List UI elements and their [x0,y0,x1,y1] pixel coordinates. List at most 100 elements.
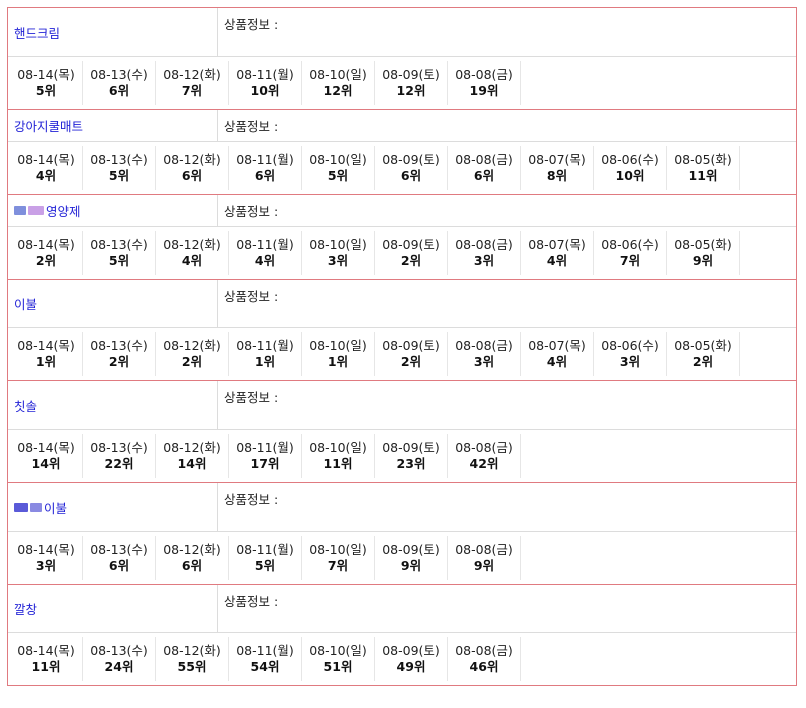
keyword-link[interactable]: 깔창 [14,599,37,618]
rank-date: 08-11(월) [236,643,294,658]
rank-date: 08-05(화) [674,152,732,167]
rank-cell: 08-14(목) 1위 [10,332,83,376]
product-header: 칫솔 상품정보 : [8,381,796,430]
rank-date: 08-12(화) [163,338,221,353]
keyword-link[interactable]: 강아지쿨매트 [14,116,83,135]
product-header: 강아지쿨매트 상품정보 : [8,110,796,142]
rank-date: 08-13(수) [90,237,148,252]
rank-value: 6위 [473,168,495,183]
rank-date: 08-10(일) [309,237,367,252]
rank-value: 12위 [396,83,426,98]
rank-date: 08-07(목) [528,237,586,252]
rank-cell: 08-08(금) 6위 [448,146,521,190]
keyword-cell: 칫솔 [8,381,218,429]
rank-date: 08-12(화) [163,542,221,557]
rank-value: 5위 [327,168,349,183]
product-info-label: 상품정보 : [224,289,279,304]
rank-date: 08-09(토) [382,338,440,353]
rank-date: 08-13(수) [90,643,148,658]
rank-cell: 08-12(화) 6위 [156,536,229,580]
rank-cell: 08-12(화) 6위 [156,146,229,190]
rank-cell: 08-10(일) 11위 [302,434,375,478]
rank-value: 14위 [31,456,61,471]
rank-value: 5위 [254,558,276,573]
rank-value: 11위 [31,659,61,674]
rank-cell: 08-08(금) 3위 [448,231,521,275]
rank-value: 55위 [177,659,207,674]
rank-date: 08-08(금) [455,67,513,82]
rank-value: 6위 [108,83,130,98]
rank-cell: 08-11(월) 4위 [229,231,302,275]
rank-cell: 08-11(월) 10위 [229,61,302,105]
product-block: 핸드크림 상품정보 :08-14(목) 5위 08-13(수) 6위 08-12(화) 7위… [7,7,797,110]
rank-value: 2위 [400,253,422,268]
keyword-text: 깔창 [14,602,38,617]
rank-cell: 08-06(수) 3위 [594,332,667,376]
rank-cell: 08-10(일) 5위 [302,146,375,190]
rank-value: 22위 [104,456,134,471]
keyword-link[interactable]: 핸드크림 [14,23,60,42]
rank-value: 1위 [254,354,276,369]
rank-date: 08-13(수) [90,542,148,557]
rank-date: 08-14(목) [17,643,75,658]
rank-cell: 08-10(일) 51위 [302,637,375,681]
rank-date: 08-12(화) [163,237,221,252]
keyword-cell: 이불 [8,483,218,531]
keyword-link[interactable]: 영양제 [14,201,81,220]
rank-cell: 08-09(토) 6위 [375,146,448,190]
rank-value: 7위 [619,253,641,268]
product-block: 영양제 상품정보 :08-14(목) 2위 08-13(수) 5위 08-12(화) 4위 0… [7,194,797,280]
rank-history: 08-14(목) 11위 08-13(수) 24위 08-12(화) 55위 08-11(월… [8,633,796,685]
rank-date: 08-08(금) [455,542,513,557]
rank-value: 10위 [250,83,280,98]
keyword-text: 영양제 [46,204,81,219]
rank-value: 51위 [323,659,353,674]
rank-date: 08-08(금) [455,338,513,353]
rank-cell: 08-13(수) 22위 [83,434,156,478]
rank-value: 6위 [254,168,276,183]
rank-date: 08-14(목) [17,542,75,557]
rank-date: 08-13(수) [90,67,148,82]
rank-cell: 08-10(일) 7위 [302,536,375,580]
keyword-text: 이불 [14,297,38,312]
rank-cell: 08-09(토) 23위 [375,434,448,478]
rank-cell: 08-14(목) 3위 [10,536,83,580]
rank-value: 14위 [177,456,207,471]
rank-cell: 08-12(화) 7위 [156,61,229,105]
keyword-link[interactable]: 이불 [14,498,67,517]
rank-value: 23위 [396,456,426,471]
keyword-text: 핸드크림 [14,25,61,41]
keyword-link[interactable]: 칫솔 [14,396,37,415]
rank-date: 08-11(월) [236,542,294,557]
rank-cell: 08-14(목) 4위 [10,146,83,190]
rank-date: 08-14(목) [17,67,75,82]
rank-date: 08-13(수) [90,440,148,455]
rank-value: 3위 [473,354,495,369]
rank-history: 08-14(목) 1위 08-13(수) 2위 08-12(화) 2위 08-11(월) 1위… [8,328,796,380]
rank-history: 08-14(목) 14위 08-13(수) 22위 08-12(화) 14위 08-11(월… [8,430,796,482]
redacted-text-mask [28,206,44,215]
rank-date: 08-08(금) [455,237,513,252]
rank-date: 08-09(토) [382,237,440,252]
product-header: 이불 상품정보 : [8,483,796,532]
rank-value: 11위 [688,168,718,183]
rank-cell: 08-05(화) 11위 [667,146,740,190]
rank-cell: 08-13(수) 5위 [83,146,156,190]
rank-value: 9위 [400,558,422,573]
rank-date: 08-06(수) [601,338,659,353]
product-block: 깔창 상품정보 :08-14(목) 11위 08-13(수) 24위 08-12(화) 55… [7,584,797,686]
rank-date: 08-11(월) [236,67,294,82]
rank-cell: 08-08(금) 3위 [448,332,521,376]
rank-cell: 08-12(화) 14위 [156,434,229,478]
rank-cell: 08-13(수) 5위 [83,231,156,275]
rank-date: 08-12(화) [163,67,221,82]
rank-value: 2위 [400,354,422,369]
rank-cell: 08-14(목) 11위 [10,637,83,681]
keyword-link[interactable]: 이불 [14,294,37,313]
rank-value: 4위 [546,253,568,268]
rank-cell: 08-05(화) 2위 [667,332,740,376]
keyword-text: 이불 [44,500,68,516]
rank-value: 1위 [327,354,349,369]
rank-cell: 08-06(수) 7위 [594,231,667,275]
rank-cell: 08-08(금) 42위 [448,434,521,478]
